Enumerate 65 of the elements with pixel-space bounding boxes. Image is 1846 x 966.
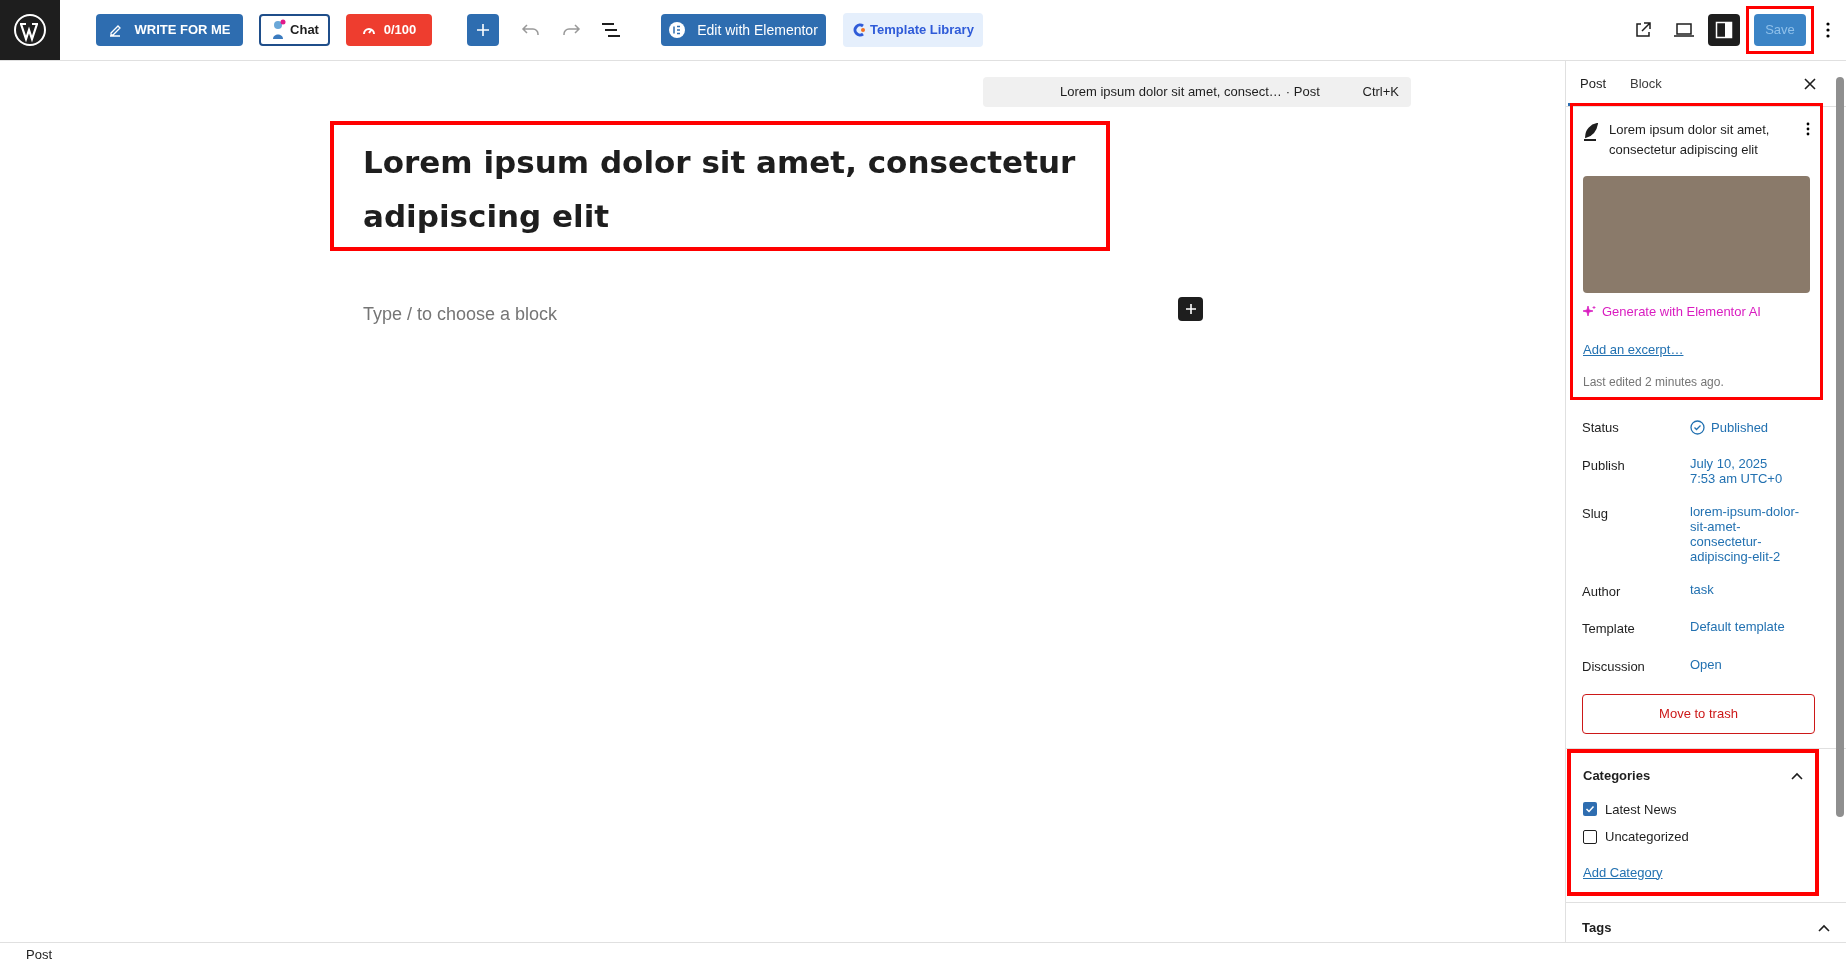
checkbox[interactable] [1583, 829, 1597, 844]
template-library-button[interactable]: Template Library [843, 13, 983, 47]
plus-icon [475, 22, 491, 38]
last-edited-text: Last edited 2 minutes ago. [1583, 374, 1725, 391]
feather-icon [1583, 122, 1599, 142]
section-heading[interactable]: Categories [1583, 766, 1651, 786]
post-summary-title: Lorem ipsum dolor sit amet, consectetur adipiscing elit [1609, 121, 1771, 159]
close-icon[interactable] [1804, 77, 1816, 90]
field-value-link[interactable]: Open [1690, 656, 1805, 672]
more-options-icon[interactable] [1806, 122, 1810, 136]
checkbox-label[interactable]: Uncategorized [1605, 827, 1689, 847]
command-bar-type: · Post [1285, 83, 1320, 102]
gauge-icon [361, 25, 376, 35]
list-view-icon[interactable] [601, 23, 621, 37]
checkmark-icon [1585, 804, 1595, 815]
generate-ai-link[interactable]: Generate with Elementor AI [1602, 302, 1761, 322]
check-circle-icon [1690, 420, 1705, 436]
field-value-link[interactable]: Published [1711, 418, 1769, 438]
mascot-icon [270, 19, 287, 41]
more-options-icon[interactable] [1826, 22, 1830, 38]
redo-icon[interactable] [561, 23, 581, 37]
template-logo-icon [852, 22, 867, 38]
field-label: Template [1582, 620, 1636, 638]
section-heading[interactable]: Tags [1582, 918, 1612, 938]
undo-icon[interactable] [521, 23, 541, 37]
write-for-me-button[interactable]: WRITE FOR ME [96, 14, 243, 46]
edit-with-elementor-button[interactable]: Edit with Elementor [661, 14, 826, 46]
move-to-trash-button[interactable]: Move to trash [1582, 694, 1815, 734]
post-title[interactable]: Lorem ipsum dolor sit amet, consectetur adipiscing elit [363, 135, 1103, 243]
pencil-icon [108, 23, 123, 37]
field-label: Status [1582, 419, 1620, 437]
wordpress-icon [13, 13, 47, 47]
laptop-icon[interactable] [1674, 23, 1694, 37]
field-label: Discussion [1582, 657, 1646, 676]
field-label: Slug [1582, 504, 1610, 523]
shortcut-text: Ctrl+K [1362, 83, 1399, 102]
command-bar[interactable]: Lorem ipsum dolor sit amet, consect… · Post Ctrl+K [983, 77, 1411, 107]
sidebar-icon [1715, 21, 1733, 39]
field-value-link[interactable]: July 10, 2025 7:53 am UTC+0 [1690, 455, 1805, 486]
scrollbar[interactable] [1836, 77, 1844, 817]
checkbox[interactable] [1583, 802, 1597, 817]
block-placeholder[interactable]: Type / to choose a block [363, 301, 558, 328]
chat-button[interactable]: Chat [259, 14, 330, 46]
field-label: Author [1582, 582, 1622, 601]
sidebar-tab[interactable]: Block [1618, 61, 1674, 106]
chevron-icon[interactable] [1818, 923, 1830, 932]
field-value-link[interactable]: lorem-ipsum-dolor-sit-amet-consectetur-adipiscing-elit-2 [1690, 503, 1805, 564]
seo-score-button[interactable]: 0/100 [346, 14, 432, 46]
field-label: Publish [1582, 456, 1626, 475]
elementor-logo-icon [669, 22, 686, 38]
command-bar-title: Lorem ipsum dolor sit amet, consect… [1060, 83, 1282, 102]
sparkle-icon [1583, 305, 1596, 319]
add-category-link[interactable]: Add Category [1583, 862, 1803, 882]
breadcrumb-text[interactable]: Post [26, 944, 52, 965]
add-excerpt-link[interactable]: Add an excerpt… [1583, 339, 1810, 359]
plus-icon [1184, 303, 1197, 315]
field-value-link[interactable]: Default template [1690, 619, 1805, 634]
sidebar-tab[interactable]: Post [1568, 61, 1618, 106]
checkbox-label[interactable]: Latest News [1605, 799, 1677, 819]
add-block-button[interactable] [1178, 297, 1203, 321]
sidebar-toggle-button[interactable] [1708, 14, 1740, 46]
external-link-icon[interactable] [1634, 21, 1652, 39]
field-value-link[interactable]: task [1690, 581, 1805, 597]
chevron-icon[interactable] [1791, 771, 1803, 780]
site-logo[interactable] [0, 0, 60, 60]
